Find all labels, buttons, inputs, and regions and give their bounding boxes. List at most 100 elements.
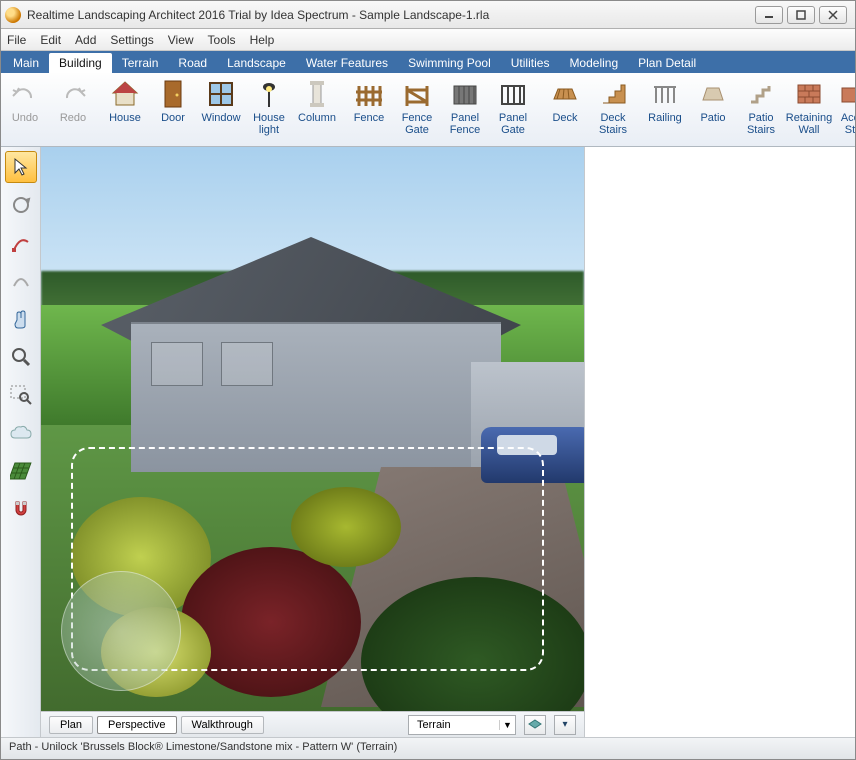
stairs-icon [596, 77, 630, 111]
redo-button[interactable]: Redo [49, 73, 97, 146]
menu-help[interactable]: Help [250, 33, 275, 47]
menu-add[interactable]: Add [75, 33, 96, 47]
shrub [291, 487, 401, 567]
shrub [181, 547, 361, 697]
deck-button[interactable]: Deck [541, 73, 589, 146]
fence-button[interactable]: Fence [345, 73, 393, 146]
grid-tool[interactable] [5, 455, 37, 487]
tab-modeling[interactable]: Modeling [559, 53, 628, 73]
patio-button[interactable]: Patio [689, 73, 737, 146]
tab-terrain[interactable]: Terrain [112, 53, 169, 73]
statusbar: Path - Unilock 'Brussels Block® Limeston… [1, 737, 855, 759]
select-tool[interactable] [5, 151, 37, 183]
view-tab-plan[interactable]: Plan [49, 716, 93, 734]
retaining-wall-button[interactable]: Retaining Wall [785, 73, 833, 146]
hand-icon [10, 308, 32, 330]
chevron-down-icon: ▾ [562, 719, 567, 730]
ribbon-tabs: Main Building Terrain Road Landscape Wat… [1, 51, 855, 73]
layer-dropdown[interactable]: Terrain ▼ [408, 715, 516, 735]
house-button[interactable]: House [101, 73, 149, 146]
redo-icon [56, 77, 90, 111]
accessory-icon [833, 77, 855, 111]
undo-button[interactable]: Undo [1, 73, 49, 146]
deck-stairs-button[interactable]: Deck Stairs [589, 73, 637, 146]
window-button[interactable]: Window [197, 73, 245, 146]
view-tabs: Plan Perspective Walkthrough Terrain ▼ ▾ [41, 711, 584, 737]
railing-icon [648, 77, 682, 111]
chevron-down-icon: ▼ [499, 720, 515, 730]
layers-icon [528, 719, 542, 731]
grid-icon [10, 460, 32, 482]
panel-gate-icon [496, 77, 530, 111]
titlebar: Realtime Landscaping Architect 2016 Tria… [1, 1, 855, 29]
column-button[interactable]: Column [293, 73, 341, 146]
maximize-icon [796, 10, 806, 20]
patio-stairs-icon [744, 77, 778, 111]
undo-icon [8, 77, 42, 111]
car [481, 427, 584, 483]
close-button[interactable] [819, 6, 847, 24]
orbit-tool[interactable] [5, 189, 37, 221]
maximize-button[interactable] [787, 6, 815, 24]
door-button[interactable]: Door [149, 73, 197, 146]
column-icon [300, 77, 334, 111]
viewport-area: Plan Perspective Walkthrough Terrain ▼ ▾ [41, 147, 585, 737]
tab-main[interactable]: Main [3, 53, 49, 73]
lamp-icon [252, 77, 286, 111]
snap-tool[interactable] [5, 493, 37, 525]
arc-icon [10, 270, 32, 292]
view-tab-walkthrough[interactable]: Walkthrough [181, 716, 264, 734]
menu-tools[interactable]: Tools [208, 33, 236, 47]
tab-water-features[interactable]: Water Features [296, 53, 398, 73]
zoom-tool[interactable] [5, 341, 37, 373]
panel-fence-button[interactable]: Panel Fence [441, 73, 489, 146]
deck-icon [548, 77, 582, 111]
window-icon [204, 77, 238, 111]
tab-plan-detail[interactable]: Plan Detail [628, 53, 706, 73]
viewport-3d[interactable] [41, 147, 584, 711]
house-light-button[interactable]: House light [245, 73, 293, 146]
brick-wall-icon [792, 77, 826, 111]
tab-utilities[interactable]: Utilities [501, 53, 560, 73]
menu-file[interactable]: File [7, 33, 26, 47]
fence-gate-button[interactable]: Fence Gate [393, 73, 441, 146]
window-title: Realtime Landscaping Architect 2016 Tria… [27, 8, 755, 22]
app-icon [5, 7, 21, 23]
magnifier-icon [10, 346, 32, 368]
door-icon [156, 77, 190, 111]
menubar: File Edit Add Settings View Tools Help [1, 29, 855, 51]
orbit-icon [10, 194, 32, 216]
arc-tool[interactable] [5, 265, 37, 297]
layer-more-button[interactable]: ▾ [554, 715, 576, 735]
tab-road[interactable]: Road [168, 53, 217, 73]
tab-landscape[interactable]: Landscape [217, 53, 296, 73]
navigation-puck[interactable] [61, 571, 181, 691]
panel-gate-button[interactable]: Panel Gate [489, 73, 537, 146]
menu-edit[interactable]: Edit [40, 33, 61, 47]
cloud-tool[interactable] [5, 417, 37, 449]
panel-fence-icon [448, 77, 482, 111]
zoom-region-tool[interactable] [5, 379, 37, 411]
accessory-button[interactable]: Acc St [833, 73, 855, 146]
workspace: Plan Perspective Walkthrough Terrain ▼ ▾ [1, 147, 855, 737]
tab-swimming-pool[interactable]: Swimming Pool [398, 53, 501, 73]
ribbon: Undo Redo House Door Window House light … [1, 73, 855, 147]
tab-building[interactable]: Building [49, 53, 112, 73]
zoom-region-icon [9, 384, 33, 406]
house-icon [108, 77, 142, 111]
menu-view[interactable]: View [168, 33, 194, 47]
minimize-button[interactable] [755, 6, 783, 24]
view-tab-perspective[interactable]: Perspective [97, 716, 176, 734]
railing-button[interactable]: Railing [641, 73, 689, 146]
pan-tool[interactable] [5, 303, 37, 335]
curve-tool[interactable] [5, 227, 37, 259]
layer-dropdown-label: Terrain [409, 719, 499, 731]
curve-icon [10, 232, 32, 254]
menu-settings[interactable]: Settings [110, 33, 153, 47]
patio-stairs-button[interactable]: Patio Stairs [737, 73, 785, 146]
fence-gate-icon [400, 77, 434, 111]
magnet-icon [10, 498, 32, 520]
left-toolbar [1, 147, 41, 737]
layer-toggle-button[interactable] [524, 715, 546, 735]
patio-icon [696, 77, 730, 111]
